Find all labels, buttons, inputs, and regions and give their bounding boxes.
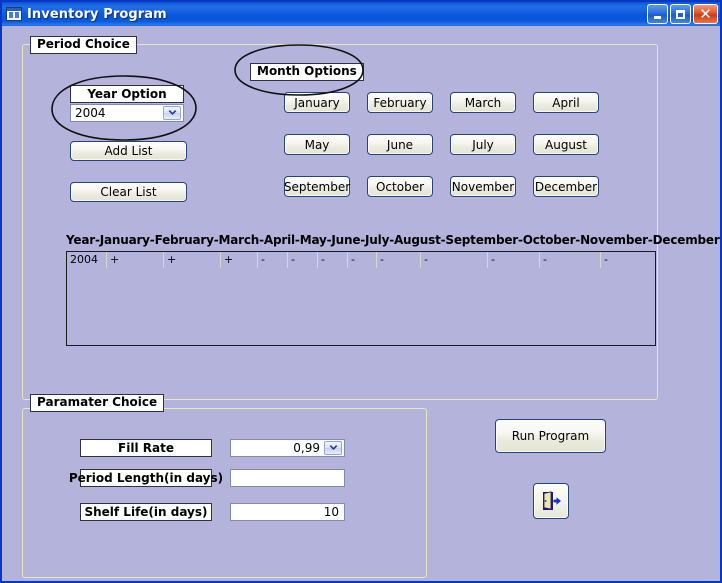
month-button-march[interactable]: March: [450, 92, 516, 113]
title-bar[interactable]: Inventory Program ✕: [2, 2, 720, 26]
shelf-life-input[interactable]: 10: [230, 503, 345, 521]
period-choice-legend: Period Choice: [30, 36, 137, 55]
clear-list-button[interactable]: Clear List: [70, 182, 187, 202]
month-button-april[interactable]: April: [533, 92, 599, 113]
year-option-combo[interactable]: 2004: [70, 104, 184, 122]
application-window: Inventory Program ✕ Period Choice Year O…: [0, 0, 722, 583]
period-length-label: Period Length(in days): [68, 469, 224, 487]
month-button-november[interactable]: November: [450, 176, 516, 197]
list-cell-february: +: [164, 252, 221, 268]
list-cell-july: -: [348, 252, 377, 268]
year-option-label: Year Option: [70, 85, 184, 103]
month-button-may[interactable]: May: [284, 134, 350, 155]
maximize-icon: [676, 9, 685, 19]
list-cell-january: +: [107, 252, 164, 268]
month-options-legend: Month Options: [250, 63, 364, 82]
close-icon: ✕: [699, 4, 712, 23]
month-button-september[interactable]: September: [284, 176, 350, 197]
list-cell-june: -: [318, 252, 348, 268]
month-button-july[interactable]: July: [450, 134, 516, 155]
close-button[interactable]: ✕: [693, 4, 718, 24]
client-area: Period Choice Year Option 2004 Add List …: [2, 26, 720, 581]
parameter-choice-groupbox: [22, 408, 427, 578]
year-option-value: 2004: [75, 106, 106, 120]
minimize-button[interactable]: [647, 4, 668, 24]
list-header-text: Year-January-February-March-April-May-Ju…: [66, 233, 720, 247]
window-controls: ✕: [647, 4, 718, 24]
exit-button[interactable]: [533, 483, 569, 519]
list-cell-april: -: [258, 252, 288, 268]
chevron-down-icon[interactable]: [163, 106, 181, 120]
parameter-choice-legend: Paramater Choice: [30, 394, 165, 413]
shelf-life-label: Shelf Life(in days): [80, 503, 212, 521]
table-row[interactable]: 2004 + + + - - - - - - - - -: [67, 252, 655, 268]
run-program-button[interactable]: Run Program: [495, 419, 606, 453]
form-grid-icon: [6, 7, 22, 21]
list-cell-may: -: [288, 252, 318, 268]
window-title: Inventory Program: [27, 6, 167, 22]
list-cell-march: +: [221, 252, 258, 268]
add-list-button[interactable]: Add List: [70, 141, 187, 161]
month-button-october[interactable]: October: [367, 176, 433, 197]
fill-rate-combo[interactable]: 0,99: [230, 439, 345, 457]
list-cell-year: 2004: [67, 252, 107, 268]
list-cell-october: -: [488, 252, 540, 268]
list-cell-november: -: [540, 252, 601, 268]
list-cell-august: -: [377, 252, 421, 268]
fill-rate-value: 0,99: [293, 441, 320, 455]
maximize-button[interactable]: [670, 4, 691, 24]
exit-door-icon: [543, 491, 561, 510]
period-length-input[interactable]: [230, 469, 345, 487]
month-button-august[interactable]: August: [533, 134, 599, 155]
month-button-december[interactable]: December: [533, 176, 599, 197]
list-cell-december: -: [604, 253, 608, 266]
period-list-box[interactable]: 2004 + + + - - - - - - - - -: [66, 251, 656, 346]
month-button-february[interactable]: February: [367, 92, 433, 113]
fill-rate-label: Fill Rate: [80, 439, 212, 457]
month-button-january[interactable]: January: [284, 92, 350, 113]
minimize-icon: [654, 16, 661, 19]
month-button-june[interactable]: June: [367, 134, 433, 155]
list-cell-september: -: [421, 252, 488, 268]
chevron-down-icon[interactable]: [324, 441, 342, 455]
